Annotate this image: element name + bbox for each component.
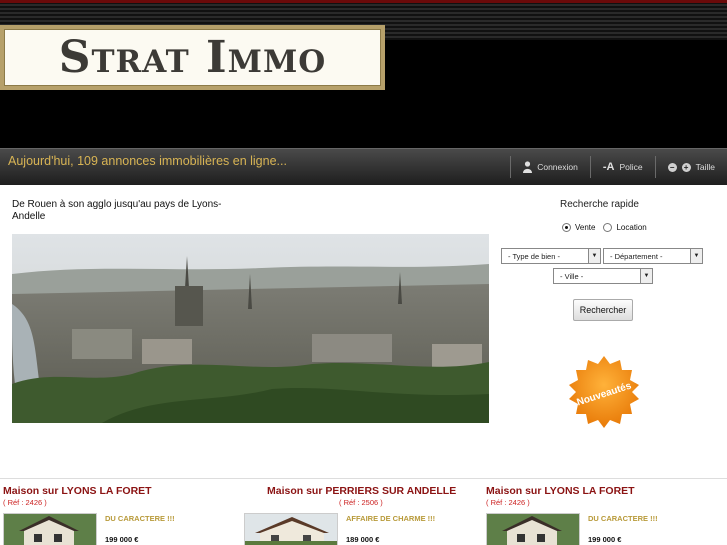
radio-location[interactable] — [603, 223, 613, 232]
police-label: Police — [619, 162, 643, 172]
decrease-size-button[interactable]: − — [667, 162, 677, 172]
listing-ref: ( Réf : 2426 ) — [486, 498, 530, 507]
logo-text: Strat Immo — [58, 32, 327, 83]
house-photo — [245, 514, 337, 545]
house-photo — [487, 514, 579, 545]
search-button[interactable]: Rechercher — [573, 299, 633, 321]
listing-price: 199 000 € — [588, 535, 622, 544]
dropdown-arrow-icon: ▼ — [690, 249, 702, 263]
radio-vente-label: Vente — [575, 223, 596, 232]
logo-frame: Strat Immo — [4, 29, 381, 86]
listing-count-tagline: Aujourd'hui, 109 annonces immobilières e… — [8, 154, 287, 168]
dropdown-arrow-icon: ▼ — [640, 269, 652, 283]
listing-title[interactable]: Maison sur LYONS LA FORET — [3, 485, 233, 497]
page-subtitle: De Rouen à son agglo jusqu'au pays de Ly… — [12, 199, 222, 222]
listing-card[interactable]: Maison sur LYONS LA FORET ( Réf : 2426 )… — [486, 479, 716, 545]
listing-photo[interactable] — [244, 513, 338, 545]
listing-description: AFFAIRE DE CHARME !!! — [346, 514, 436, 523]
listing-title[interactable]: Maison sur LYONS LA FORET — [486, 485, 716, 497]
radio-location-label: Location — [616, 223, 647, 232]
police-toggle[interactable]: -A Police — [589, 156, 655, 178]
header-top-line — [0, 0, 727, 3]
radio-vente[interactable] — [562, 223, 571, 232]
listing-ref: ( Réf : 2506 ) — [339, 498, 383, 507]
listing-photo[interactable] — [3, 513, 97, 545]
info-toolbar: Aujourd'hui, 109 annonces immobilières e… — [0, 148, 727, 185]
departement-select[interactable]: - Département - ▼ — [603, 248, 703, 264]
user-icon — [523, 161, 533, 173]
font-size-icon: -A — [602, 161, 615, 173]
featured-listings: Maison sur LYONS LA FORET ( Réf : 2426 )… — [0, 478, 727, 545]
logo[interactable]: Strat Immo — [0, 25, 385, 90]
taille-label: Taille — [695, 162, 715, 172]
departement-value: - Département - — [610, 252, 663, 261]
transaction-type-radios: Vente Location — [562, 223, 647, 232]
hero-city-photo — [12, 234, 489, 423]
rouen-panorama-image — [12, 234, 489, 423]
type-bien-value: - Type de bien - — [508, 252, 560, 261]
quick-search-title: Recherche rapide — [560, 199, 639, 210]
connexion-label: Connexion — [537, 162, 578, 172]
nouveautes-badge[interactable]: Nouveautés — [566, 354, 642, 430]
listing-card[interactable]: Maison sur PERRIERS SUR ANDELLE ( Réf : … — [244, 479, 474, 545]
increase-size-button[interactable]: + — [681, 162, 691, 172]
nouveautes-starburst-icon: Nouveautés — [569, 356, 639, 428]
listing-description: DU CARACTERE !!! — [588, 514, 658, 523]
listing-photo[interactable] — [486, 513, 580, 545]
listing-ref: ( Réf : 2426 ) — [3, 498, 47, 507]
listing-card[interactable]: Maison sur LYONS LA FORET ( Réf : 2426 )… — [3, 479, 233, 545]
listing-price: 199 000 € — [105, 535, 139, 544]
dropdown-arrow-icon: ▼ — [588, 249, 600, 263]
type-bien-select[interactable]: - Type de bien - ▼ — [501, 248, 601, 264]
listing-title[interactable]: Maison sur PERRIERS SUR ANDELLE — [267, 485, 474, 497]
connexion-link[interactable]: Connexion — [510, 156, 590, 178]
listing-description: DU CARACTERE !!! — [105, 514, 175, 523]
ville-value: - Ville - — [560, 272, 584, 281]
listing-price: 189 000 € — [346, 535, 380, 544]
ville-select[interactable]: - Ville - ▼ — [553, 268, 653, 284]
house-photo — [4, 514, 96, 545]
taille-control: − + Taille — [654, 156, 727, 178]
site-header: Strat Immo — [0, 0, 727, 148]
toolbar-tools: Connexion -A Police − + Taille — [510, 154, 727, 180]
